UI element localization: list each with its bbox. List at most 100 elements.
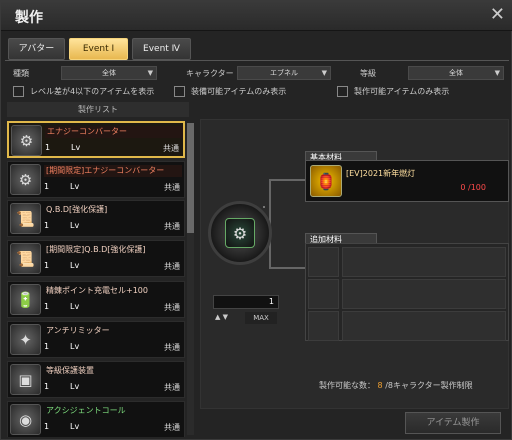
grade-protector-icon: ▣ [10,364,41,395]
status-suffix: /8キャラクター製作制限 [385,381,473,390]
tab-event-4[interactable]: Event Ⅳ [132,38,191,60]
item-class: 共通 [164,183,180,192]
item-level: Lv [70,342,80,351]
item-class: 共通 [163,144,179,153]
tab-label: Event Ⅰ [82,44,115,54]
list-item[interactable]: ✦ アンチリミッター 1 Lv 共通 [7,321,185,358]
basic-material-slot[interactable]: 🏮 [EV]2021新年燃灯 0 /100 [305,160,509,202]
item-class: 共通 [164,222,180,231]
item-count: 1 [45,143,51,152]
craft-item-button[interactable]: アイテム製作 [405,412,501,434]
protection-scroll-icon: 📜 [10,243,41,274]
type-filter-label: 種類 [13,69,29,78]
material-icon-slot [308,247,339,277]
list-item[interactable]: ▣ 等級保護装置 1 Lv 共通 [7,361,185,398]
item-count: 1 [44,302,50,311]
item-name: エナジーコンバーター [45,126,183,138]
status-current: 8 [377,381,383,390]
item-name: アクシジェントコール [44,405,182,417]
connector-line [263,206,265,208]
item-level: Lv [70,261,80,270]
list-item[interactable]: 🔋 精錬ポイント充電セル+100 1 Lv 共通 [7,281,185,318]
character-filter-label: キャラクター [186,69,234,78]
item-level: Lv [70,182,80,191]
item-level: Lv [70,221,80,230]
checkbox-box[interactable] [337,86,348,97]
item-name: 精錬ポイント充電セル+100 [44,285,182,297]
tab-avatar[interactable]: アバター [8,38,65,60]
dropdown-arrow-icon: ▼ [147,69,153,77]
crafting-window: 製作 ✕ アバター Event Ⅰ Event Ⅳ 種類 全体 ▼ キャラクター … [0,0,512,440]
item-count: 1 [44,342,50,351]
item-count: 1 [44,182,50,191]
list-item[interactable]: ◉ アクシジェントコール 1 Lv 共通 [7,401,185,437]
dropdown-arrow-icon: ▼ [321,69,327,77]
material-name: [EV]2021新年燃灯 [346,169,416,178]
select-value: 全体 [102,69,116,77]
craftable-only-checkbox[interactable]: 製作可能アイテムのみ表示 [337,86,449,98]
material-info-slot [342,247,506,277]
list-item[interactable]: 📜 Q.B.D[強化保護] 1 Lv 共通 [7,200,185,237]
list-item[interactable]: ⚙ [期間限定]エナジーコンバーター 1 Lv 共通 [7,161,185,198]
checkbox-label: レベル差が4以下のアイテムを表示 [30,87,155,96]
energy-converter-icon: ⚙ [11,125,42,156]
equippable-only-checkbox[interactable]: 装備可能アイテムのみ表示 [174,86,286,98]
item-name: アンチリミッター [44,325,182,337]
title-bar: 製作 ✕ [1,1,512,31]
tab-label: アバター [18,44,55,54]
tab-divider [5,60,509,61]
dropdown-arrow-icon: ▼ [494,69,500,77]
item-name: 等級保護装置 [44,365,182,377]
checkbox-box[interactable] [13,86,24,97]
item-class: 共通 [164,383,180,392]
item-level: Lv [71,143,81,152]
craft-limit-status: 製作可能な数： 8 /8キャラクター製作制限 [319,380,473,391]
list-item[interactable]: ⚙ エナジーコンバーター 1 Lv 共通 [7,121,185,158]
grade-filter-select[interactable]: 全体 ▼ [408,66,504,80]
item-count: 1 [44,221,50,230]
result-item-slot: ⚙ [208,201,272,265]
material-count: 0 /100 [460,183,486,192]
level-diff-checkbox[interactable]: レベル差が4以下のアイテムを表示 [13,86,154,98]
character-filter-select[interactable]: エブネル ▼ [237,66,331,80]
additional-material-row[interactable] [308,311,506,342]
close-icon[interactable]: ✕ [490,6,505,24]
increase-arrow-icon[interactable]: ▼ [223,313,228,321]
energy-converter-icon: ⚙ [10,164,41,195]
window-title: 製作 [15,10,43,26]
item-count: 1 [44,422,50,431]
item-count: 1 [44,382,50,391]
quantity-stepper[interactable]: ▲ ▼ [215,313,228,321]
decrease-arrow-icon[interactable]: ▲ [215,313,220,321]
additional-material-row[interactable] [308,247,506,278]
material-icon-slot [308,311,339,341]
checkbox-label: 装備可能アイテムのみ表示 [191,87,287,96]
quantity-input[interactable]: 1 [213,295,279,309]
select-value: 全体 [449,69,463,77]
item-name: [期間限定]エナジーコンバーター [44,165,182,177]
protection-scroll-icon: 📜 [10,203,41,234]
tab-label: Event Ⅳ [143,44,180,54]
material-info-slot [342,279,506,309]
item-count: 1 [44,261,50,270]
material-icon-slot [308,279,339,309]
select-value: エブネル [270,69,298,77]
list-item[interactable]: 📜 [期間限定]Q.B.D[強化保護] 1 Lv 共通 [7,240,185,277]
item-level: Lv [70,422,80,431]
item-name: [期間限定]Q.B.D[強化保護] [44,244,182,256]
max-button[interactable]: MAX [245,312,277,324]
item-class: 共通 [164,343,180,352]
accident-call-icon: ◉ [10,404,41,435]
material-info-slot [342,311,506,341]
craft-list: ⚙ エナジーコンバーター 1 Lv 共通 ⚙ [期間限定]エナジーコンバーター … [7,119,197,437]
item-level: Lv [70,382,80,391]
lantern-icon: 🏮 [310,165,342,197]
energy-converter-icon: ⚙ [225,218,255,248]
list-scrollbar-thumb[interactable] [187,123,194,233]
tab-event-1[interactable]: Event Ⅰ [69,38,128,60]
item-class: 共通 [164,262,180,271]
anti-limiter-icon: ✦ [10,324,41,355]
type-filter-select[interactable]: 全体 ▼ [61,66,157,80]
checkbox-box[interactable] [174,86,185,97]
additional-material-row[interactable] [308,279,506,310]
